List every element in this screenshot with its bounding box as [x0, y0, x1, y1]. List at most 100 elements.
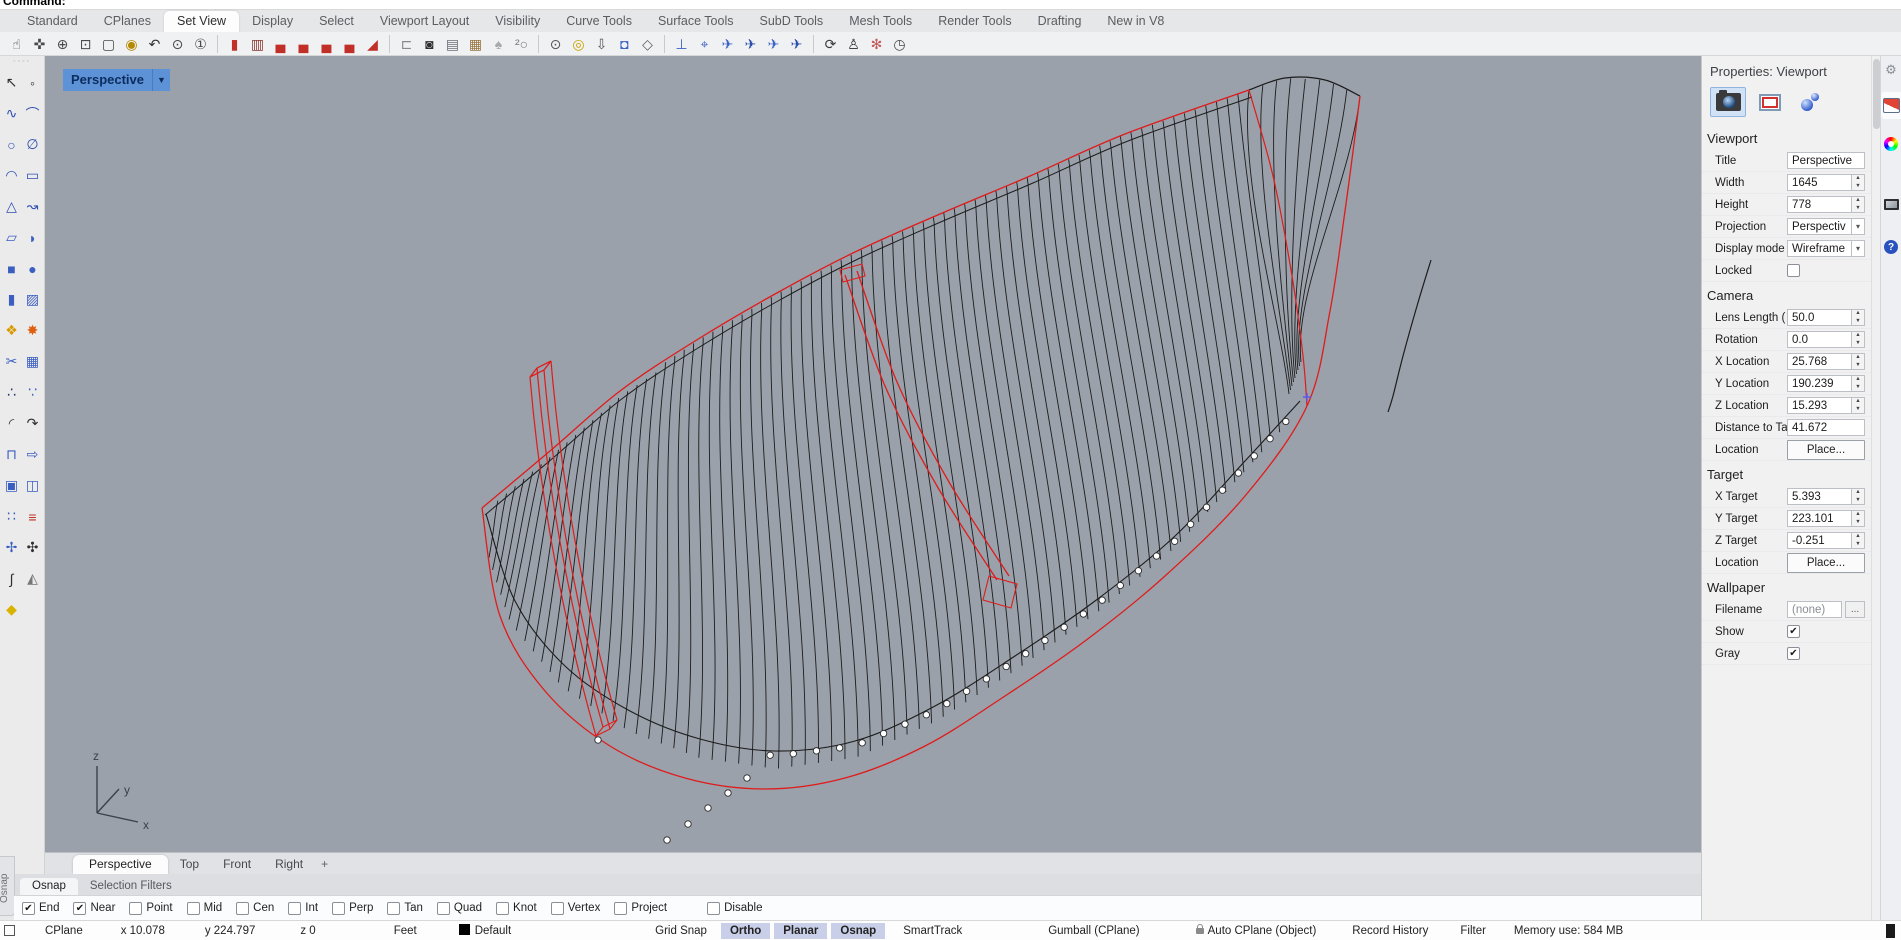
checkbox-show[interactable]: ✔	[1787, 625, 1800, 638]
input-y-location[interactable]: 190.239	[1787, 375, 1852, 392]
derrick-icon[interactable]: ⌖	[693, 33, 716, 54]
spinner-down-icon[interactable]: ▼	[1852, 340, 1864, 348]
arc-icon[interactable]: ◠	[1, 161, 22, 190]
spinner-height[interactable]: ▲▼	[1852, 196, 1865, 213]
input-x-target[interactable]: 5.393	[1787, 488, 1852, 505]
move-icon[interactable]: ✢	[1, 533, 22, 562]
zoom-extents-icon[interactable]: ▢	[97, 33, 120, 54]
checkbox-near[interactable]: ✔	[73, 902, 86, 915]
solid-tools-icon[interactable]: ◭	[22, 564, 43, 593]
tab-selection-filters[interactable]: Selection Filters	[78, 878, 184, 895]
sphere-icon[interactable]: ●	[22, 254, 43, 283]
control-point[interactable]	[902, 721, 908, 727]
input-distance-to-ta[interactable]: 41.672	[1787, 419, 1865, 436]
viewport-tab-right[interactable]: Right	[263, 855, 315, 874]
pan-view-icon[interactable]: ☝	[5, 33, 28, 54]
button-place[interactable]: Place...	[1787, 553, 1865, 573]
control-point[interactable]	[1219, 487, 1225, 493]
control-point[interactable]	[1003, 663, 1009, 669]
osnap-option-point[interactable]: Point	[129, 902, 172, 915]
camera-target-icon[interactable]: ◎	[567, 33, 590, 54]
control-point[interactable]	[923, 712, 929, 718]
display-monitor-tab[interactable]	[1881, 193, 1901, 216]
tab-osnap[interactable]: Osnap	[20, 878, 78, 895]
status-pane-gumball-cplane[interactable]: Gumball (CPlane)	[1044, 923, 1143, 939]
control-point[interactable]	[1283, 418, 1289, 424]
menu-tab-mesh-tools[interactable]: Mesh Tools	[836, 11, 925, 32]
extrude-icon[interactable]: ⊓	[1, 440, 22, 469]
tree-icon[interactable]: ♠	[487, 33, 510, 54]
checkbox-end[interactable]: ✔	[22, 902, 35, 915]
control-point[interactable]	[1203, 504, 1209, 510]
mast-icon[interactable]: ⊥	[670, 33, 693, 54]
input-x-location[interactable]: 25.768	[1787, 353, 1852, 370]
camera-properties-tab[interactable]	[1710, 87, 1746, 117]
spinner-up-icon[interactable]: ▲	[1852, 354, 1864, 362]
input-lens-length[interactable]: 50.0	[1787, 309, 1852, 326]
control-point[interactable]	[705, 805, 711, 811]
spinner-down-icon[interactable]: ▼	[1852, 541, 1864, 549]
control-point[interactable]	[1117, 582, 1123, 588]
sketch-icon[interactable]: ∫	[1, 564, 22, 593]
offset-icon[interactable]: ⇨	[22, 440, 43, 469]
button-place[interactable]: Place...	[1787, 440, 1865, 460]
spinner-up-icon[interactable]: ▲	[1852, 533, 1864, 541]
status-pane-osnap[interactable]: Osnap	[831, 923, 885, 939]
menu-tab-display[interactable]: Display	[239, 11, 306, 32]
input-title[interactable]: Perspective	[1787, 152, 1865, 169]
color-wheel-tab[interactable]	[1881, 131, 1901, 157]
place-camera-icon[interactable]: ✻	[865, 33, 888, 54]
menu-tab-render-tools[interactable]: Render Tools	[925, 11, 1024, 32]
menu-tab-subd-tools[interactable]: SubD Tools	[746, 11, 836, 32]
add-viewport-tab-icon[interactable]: +	[315, 855, 334, 874]
osnap-option-vertex[interactable]: Vertex	[551, 902, 601, 915]
zoom-1to1-icon[interactable]: ①	[189, 33, 212, 54]
spinner-y-target[interactable]: ▲▼	[1852, 510, 1865, 527]
control-point[interactable]	[1135, 568, 1141, 574]
red-column-icon[interactable]: ▥	[246, 33, 269, 54]
status-pane-smarttrack[interactable]: SmartTrack	[899, 923, 966, 939]
blend-icon[interactable]: ↷	[22, 409, 43, 438]
selection-filter-icon[interactable]	[4, 925, 15, 936]
control-point[interactable]	[1080, 611, 1086, 617]
control-point[interactable]	[1187, 521, 1193, 527]
split-icon[interactable]: ▦	[22, 347, 43, 376]
input-filename[interactable]: (none)	[1787, 601, 1842, 618]
spinner-x-target[interactable]: ▲▼	[1852, 488, 1865, 505]
turntable-360-icon[interactable]: ⟳	[819, 33, 842, 54]
dropdown-display-mode[interactable]: Wireframe	[1787, 240, 1852, 257]
menu-tab-new-in-v8[interactable]: New in V8	[1094, 11, 1177, 32]
input-y-target[interactable]: 223.101	[1787, 510, 1852, 527]
checkbox-quad[interactable]	[437, 902, 450, 915]
car-top-icon[interactable]: ▄	[269, 33, 292, 54]
control-point[interactable]	[725, 790, 731, 796]
box-icon[interactable]: ■	[1, 254, 22, 283]
camera-icon[interactable]: ◙	[418, 33, 441, 54]
control-point[interactable]	[767, 752, 773, 758]
units-pane[interactable]: Feet	[394, 925, 417, 937]
viewport-tab-perspective[interactable]: Perspective	[73, 855, 168, 874]
rectangle-icon[interactable]: ▭	[22, 161, 43, 190]
viewport-title[interactable]: Perspective	[63, 69, 152, 91]
osnap-option-end[interactable]: ✔End	[22, 902, 59, 915]
status-pane-record-history[interactable]: Record History	[1348, 923, 1432, 939]
point-cloud-icon[interactable]: ∴	[1, 378, 22, 407]
chevron-down-icon[interactable]: ▾	[1852, 218, 1865, 235]
browse-button[interactable]: ...	[1845, 601, 1865, 618]
spinner-up-icon[interactable]: ▲	[1852, 197, 1864, 205]
plumb-bob-icon[interactable]: ⇩	[590, 33, 613, 54]
spinner-down-icon[interactable]: ▼	[1852, 205, 1864, 213]
control-point[interactable]	[944, 700, 950, 706]
freeform-icon[interactable]: ↝	[22, 192, 43, 221]
control-point[interactable]	[1061, 624, 1067, 630]
control-point[interactable]	[744, 775, 750, 781]
checkbox-perp[interactable]	[332, 902, 345, 915]
checkbox-gray[interactable]: ✔	[1787, 647, 1800, 660]
spinner-up-icon[interactable]: ▲	[1852, 175, 1864, 183]
fire-hydrant-icon[interactable]: ▮	[223, 33, 246, 54]
point-icon[interactable]: ◦	[22, 68, 43, 97]
control-point[interactable]	[836, 745, 842, 751]
osnap-option-cen[interactable]: Cen	[236, 902, 274, 915]
properties-page-tab[interactable]	[1881, 92, 1901, 119]
car-side-icon[interactable]: ▄	[292, 33, 315, 54]
